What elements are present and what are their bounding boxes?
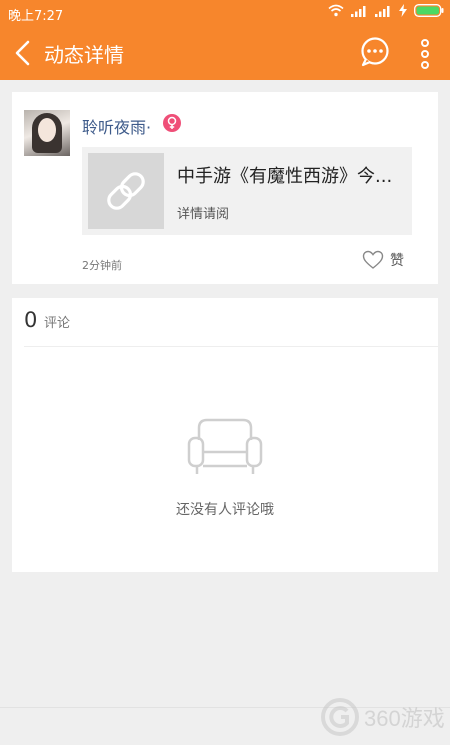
- watermark: 360游戏: [320, 697, 445, 737]
- battery-icon: [414, 4, 444, 17]
- shared-link[interactable]: 中手游《有魔性西游》今... 详情请阅: [82, 147, 412, 235]
- charging-icon: [399, 4, 407, 17]
- username[interactable]: 聆听夜雨·: [82, 114, 151, 138]
- back-arrow-icon[interactable]: [10, 38, 36, 68]
- divider: [24, 346, 438, 347]
- empty-comments-text: 还没有人评论哦: [176, 502, 274, 518]
- wifi-icon: [328, 4, 344, 17]
- link-subtitle: 详情请阅: [177, 207, 230, 222]
- comments-card: 0 评论 还没有人评论哦: [12, 298, 438, 572]
- like-label: 赞: [390, 253, 404, 269]
- status-icons: [328, 4, 444, 17]
- signal-icon: [351, 5, 366, 17]
- sofa-icon: [187, 418, 263, 474]
- comment-label: 评论: [44, 316, 71, 331]
- status-bar: 晚上7:27: [0, 0, 450, 26]
- link-icon: [107, 172, 145, 210]
- signal-icon: [375, 5, 390, 17]
- comment-bubble-icon[interactable]: [358, 36, 392, 68]
- watermark-text: 360游戏: [364, 706, 445, 731]
- comment-count: 0: [24, 308, 38, 332]
- female-gender-icon: [163, 114, 181, 132]
- avatar[interactable]: [24, 110, 70, 156]
- watermark-logo-icon: [321, 698, 359, 736]
- like-button[interactable]: 赞: [362, 250, 404, 270]
- more-options-icon[interactable]: [414, 37, 436, 71]
- post-time: 2分钟前: [82, 259, 122, 272]
- post-card: 聆听夜雨· 中手游《有魔性西游》今... 详情请阅 2分钟前 赞: [12, 92, 438, 284]
- heart-icon: [362, 250, 384, 269]
- link-thumbnail: [88, 153, 164, 229]
- link-title: 中手游《有魔性西游》今...: [177, 166, 393, 187]
- page-title: 动态详情: [44, 43, 124, 67]
- status-time: 晚上7:27: [8, 9, 64, 24]
- app-bar: 动态详情: [0, 26, 450, 80]
